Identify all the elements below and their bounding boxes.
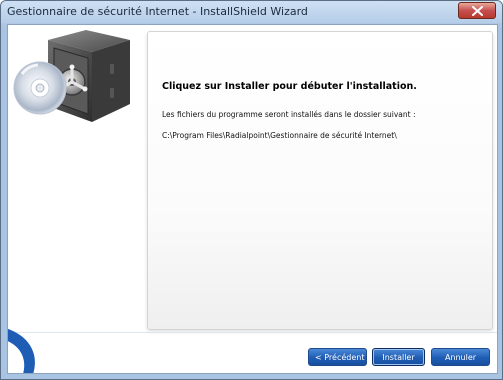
footer-divider	[8, 332, 497, 333]
wizard-body: Cliquez sur Installer pour débuter l'ins…	[7, 24, 498, 374]
install-button[interactable]: Installer	[372, 348, 425, 366]
content-panel: Cliquez sur Installer pour débuter l'ins…	[147, 31, 493, 330]
install-heading: Cliquez sur Installer pour débuter l'ins…	[162, 81, 417, 92]
install-description: Les fichiers du programme seront install…	[162, 110, 416, 119]
close-icon	[472, 6, 483, 16]
previous-button[interactable]: < Précédent	[308, 348, 367, 366]
installer-window: Gestionnaire de sécurité Internet - Inst…	[0, 0, 503, 380]
title-bar[interactable]: Gestionnaire de sécurité Internet - Inst…	[1, 1, 502, 23]
install-path: C:\Program Files\Radialpoint\Gestionnair…	[162, 131, 397, 140]
close-button[interactable]	[458, 2, 496, 19]
window-title: Gestionnaire de sécurité Internet - Inst…	[7, 5, 308, 18]
cd-safe-icon	[13, 30, 130, 122]
cancel-button[interactable]: Annuler	[431, 348, 490, 366]
corner-swoosh-graphic	[8, 329, 35, 373]
